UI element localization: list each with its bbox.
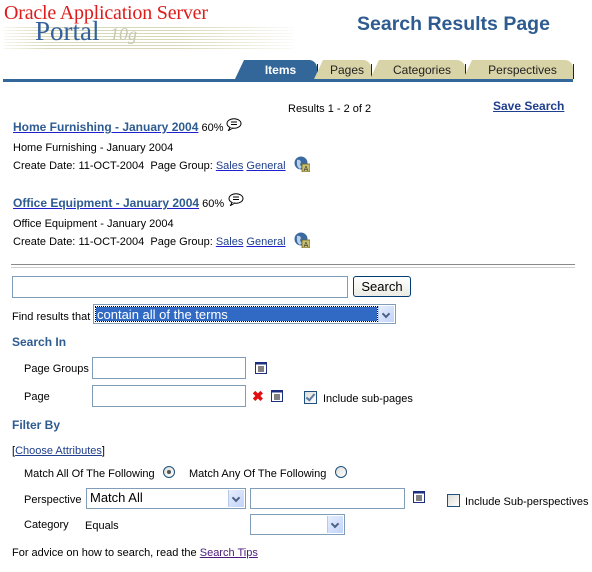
results-count: Results 1 - 2 of 2	[288, 103, 372, 115]
page-group-link-general[interactable]: General	[246, 160, 285, 172]
category-operator: Equals	[85, 520, 119, 532]
chevron-down-icon[interactable]	[378, 306, 394, 322]
find-results-label: Find results that	[12, 311, 91, 323]
svg-text:A: A	[304, 166, 309, 172]
search-query-input[interactable]	[12, 276, 348, 298]
match-all-label: Match All Of The Following	[24, 468, 155, 480]
result-description: Office Equipment - January 2004	[13, 218, 174, 230]
svg-text:A: A	[304, 242, 309, 248]
save-search-link[interactable]: Save Search	[493, 99, 564, 113]
result-meta: Create Date: 11-OCT-2004 Page Group: Sal…	[13, 160, 286, 172]
page-group-link-general[interactable]: General	[246, 236, 285, 248]
tab-pages[interactable]: Pages	[314, 60, 372, 79]
tab-perspectives[interactable]: Perspectives	[463, 60, 574, 79]
result-description: Home Furnishing - January 2004	[13, 142, 174, 154]
tab-categories[interactable]: Categories	[370, 60, 466, 79]
page-groups-input[interactable]	[92, 357, 246, 379]
page-label: Page	[24, 391, 50, 403]
result-item: Office Equipment - January 2004 60%	[13, 196, 224, 210]
choose-attributes: [Choose Attributes]	[12, 445, 105, 457]
result-item: Home Furnishing - January 2004 60%	[13, 120, 223, 134]
clear-x-icon[interactable]: ✖	[252, 389, 264, 403]
list-picker-icon[interactable]	[413, 491, 425, 503]
page-group-link-sales[interactable]: Sales	[216, 160, 244, 172]
include-subpages-label: Include sub-pages	[323, 393, 413, 405]
section-divider	[11, 264, 575, 268]
create-date: 11-OCT-2004	[78, 160, 145, 172]
perspective-input[interactable]	[250, 488, 405, 509]
match-any-radio[interactable]	[335, 466, 347, 478]
globe-page-icon[interactable]: A	[294, 232, 310, 248]
search-button[interactable]: Search	[353, 276, 411, 297]
find-results-select[interactable]: contain all of the terms	[93, 304, 396, 324]
speech-bubble-icon[interactable]	[226, 118, 242, 131]
page-input[interactable]	[92, 385, 246, 407]
match-any-label: Match Any Of The Following	[189, 468, 327, 480]
result-title-link[interactable]: Office Equipment - January 2004	[13, 196, 199, 210]
logo-decoration: 10g	[110, 24, 137, 44]
search-tips-link[interactable]: Search Tips	[200, 547, 258, 559]
page-title: Search Results Page	[357, 13, 550, 35]
create-date: 11-OCT-2004	[78, 236, 145, 248]
speech-bubble-icon[interactable]	[228, 193, 244, 206]
chevron-down-icon[interactable]	[327, 516, 343, 533]
include-subpages-checkbox[interactable]	[304, 391, 317, 404]
logo-portal-text: Portal	[35, 16, 100, 46]
list-picker-icon[interactable]	[255, 362, 267, 374]
include-subperspectives-label: Include Sub-perspectives	[465, 496, 589, 508]
tab-items[interactable]: Items	[235, 60, 318, 79]
chevron-down-icon[interactable]	[228, 490, 244, 507]
page-groups-label: Page Groups	[24, 363, 89, 375]
result-title-link[interactable]: Home Furnishing - January 2004	[13, 120, 198, 134]
category-label: Category	[24, 519, 69, 531]
include-subperspectives-checkbox[interactable]	[447, 494, 460, 507]
page-group-link-sales[interactable]: Sales	[216, 236, 244, 248]
filter-by-heading: Filter By	[12, 418, 61, 432]
choose-attributes-link[interactable]: Choose Attributes	[15, 445, 102, 457]
list-picker-icon[interactable]	[271, 390, 283, 402]
result-score: 60%	[202, 198, 225, 210]
search-advice: For advice on how to search, read the Se…	[12, 547, 258, 559]
globe-page-icon[interactable]: A	[294, 156, 310, 172]
perspective-label: Perspective	[24, 494, 82, 506]
match-all-radio[interactable]	[163, 466, 175, 478]
result-score: 60%	[201, 122, 224, 134]
result-meta: Create Date: 11-OCT-2004 Page Group: Sal…	[13, 236, 286, 248]
category-select[interactable]	[250, 514, 345, 535]
tabbar-underline	[3, 79, 573, 82]
search-in-heading: Search In	[12, 335, 67, 349]
perspective-operator-select[interactable]: Match All	[86, 488, 246, 509]
